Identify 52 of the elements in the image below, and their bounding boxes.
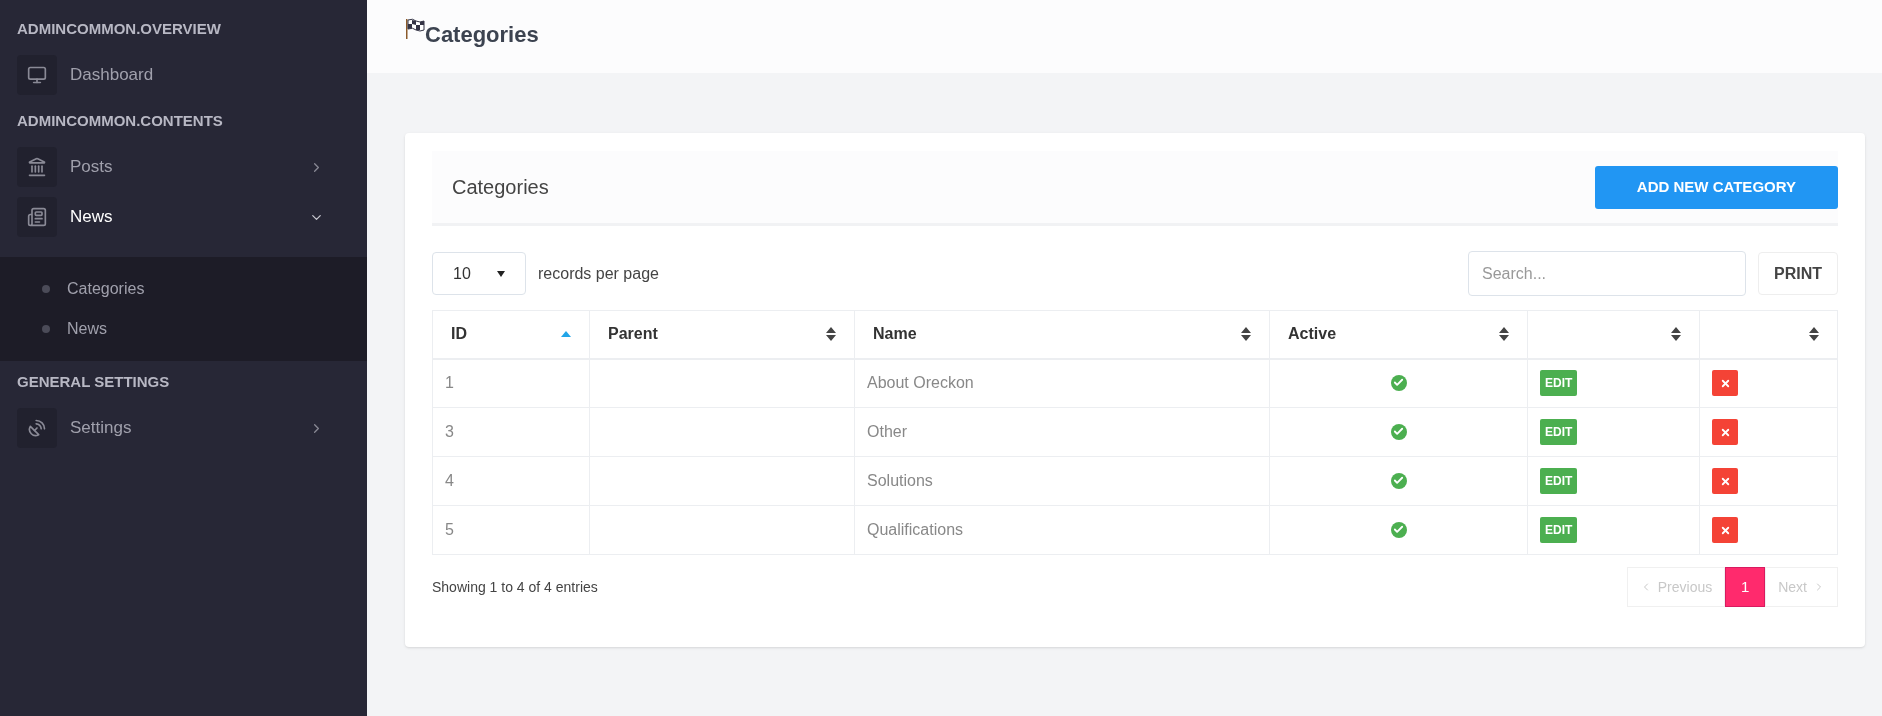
- table-cell: Other: [854, 407, 1270, 457]
- page-button[interactable]: 1: [1725, 567, 1766, 607]
- dropdown-arrow-icon: [497, 270, 505, 277]
- sidebar-item[interactable]: Dashboard: [0, 50, 367, 100]
- print-button[interactable]: PRINT: [1758, 252, 1838, 295]
- sidebar-item[interactable]: Settings: [0, 403, 367, 453]
- close-icon: [1719, 524, 1731, 536]
- table-cell: 1: [432, 358, 590, 408]
- add-category-button[interactable]: ADD NEW CATEGORY: [1594, 165, 1838, 209]
- close-icon: [1719, 426, 1731, 438]
- table-cell: 4: [432, 456, 590, 506]
- table-cell: Qualifications: [854, 505, 1270, 555]
- search-field[interactable]: Search...: [1468, 251, 1746, 296]
- checkered-flag-icon: [405, 18, 425, 40]
- close-icon: [1719, 475, 1731, 487]
- section-heading: ADMINCOMMON.CONTENTS: [16, 110, 224, 131]
- section-heading: GENERAL SETTINGS: [16, 371, 171, 392]
- column-header[interactable]: Name: [854, 310, 1270, 359]
- bank-icon: [17, 147, 57, 187]
- bullet-icon: [42, 285, 50, 293]
- delete-button[interactable]: [1712, 419, 1738, 445]
- submenu-item[interactable]: Categories: [0, 269, 367, 309]
- satellite-dish-icon: [17, 408, 57, 448]
- close-icon: [1719, 377, 1731, 389]
- newspaper-icon: [17, 197, 57, 237]
- page-title: Categories: [425, 21, 539, 49]
- submenu-label: News: [67, 319, 107, 339]
- submenu-item[interactable]: News: [0, 309, 367, 349]
- sidebar-item[interactable]: News: [0, 192, 367, 242]
- column-header[interactable]: ID: [432, 310, 590, 359]
- delete-button[interactable]: [1712, 517, 1738, 543]
- table-cell: About Oreckon: [854, 358, 1270, 408]
- column-header[interactable]: Parent: [589, 310, 855, 359]
- submenu-label: Categories: [67, 279, 145, 299]
- sidebar-label: Settings: [70, 417, 132, 440]
- sidebar-label: Dashboard: [70, 64, 154, 87]
- table-cell: Solutions: [854, 456, 1270, 506]
- bullet-icon: [42, 325, 50, 333]
- entries-info: Showing 1 to 4 of 4 entries: [432, 577, 598, 597]
- page-size-select[interactable]: 10: [432, 252, 526, 295]
- delete-button[interactable]: [1712, 370, 1738, 397]
- card-title: Categories: [452, 175, 549, 200]
- section-heading: ADMINCOMMON.OVERVIEW: [16, 18, 222, 39]
- page-size-label: records per page: [538, 263, 659, 284]
- column-header[interactable]: Active: [1269, 310, 1528, 359]
- sidebar-label: News: [70, 206, 113, 229]
- sidebar-item[interactable]: Posts: [0, 142, 367, 192]
- table-cell: 5: [432, 505, 590, 555]
- delete-button[interactable]: [1712, 468, 1738, 494]
- monitor-icon: [17, 55, 57, 95]
- sidebar-label: Posts: [70, 156, 113, 179]
- table-cell: 3: [432, 407, 590, 457]
